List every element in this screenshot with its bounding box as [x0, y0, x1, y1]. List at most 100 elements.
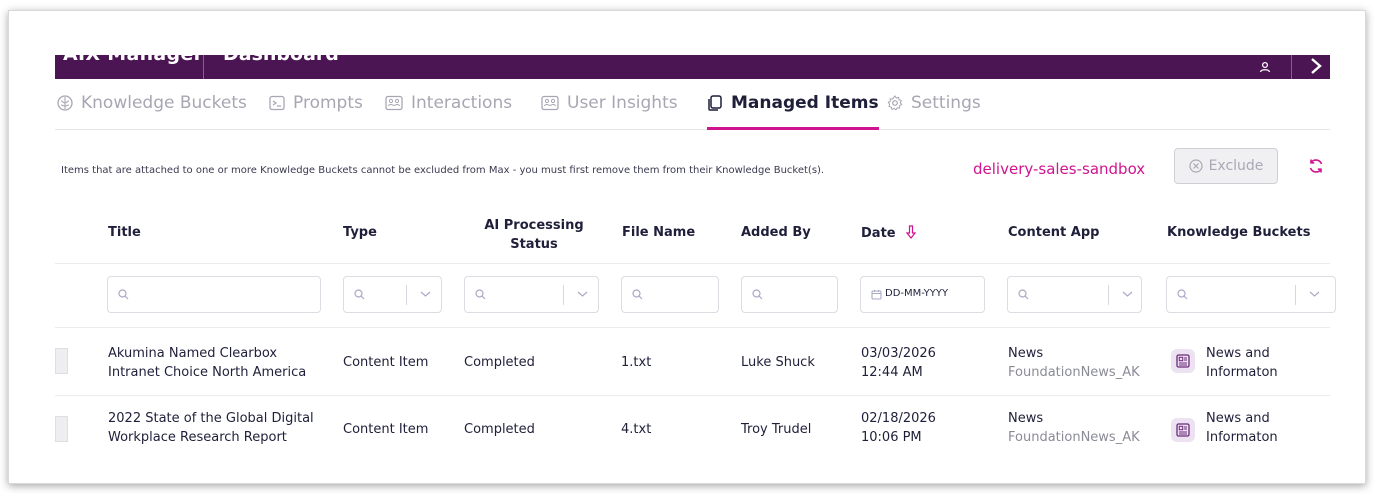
added-by-filter-input[interactable] [741, 276, 838, 313]
app-window: AIX Manager Dashboard Knowledge Buckets … [8, 10, 1366, 484]
row-title-line[interactable]: Workplace Research Report [108, 428, 287, 447]
dashboard-title[interactable]: Dashboard [223, 55, 339, 65]
refresh-icon[interactable] [1308, 158, 1324, 174]
search-icon [475, 289, 486, 300]
row-time: 10:06 PM [861, 430, 922, 445]
filter-divider-line [55, 327, 1330, 328]
row-content-app-source: FoundationNews_AK [1008, 430, 1140, 445]
tab-interactions[interactable]: Interactions [385, 93, 512, 129]
search-icon [1018, 289, 1029, 300]
row-added-by: Luke Shuck [741, 355, 815, 370]
chevron-down-icon[interactable] [1122, 290, 1133, 298]
active-tab-indicator [707, 127, 879, 130]
row-status: Completed [464, 422, 535, 437]
search-icon [354, 289, 365, 300]
viewport-crop [9, 447, 1365, 483]
search-icon [118, 289, 129, 300]
users-card-icon [385, 95, 403, 111]
row-title-line[interactable]: 2022 State of the Global Digital [108, 409, 314, 428]
row-time: 12:44 AM [861, 365, 923, 380]
row-divider-line [55, 395, 1330, 396]
newspaper-icon [1171, 349, 1195, 373]
ai-status-filter-select[interactable] [464, 276, 599, 313]
column-header-date[interactable]: Date [861, 225, 917, 241]
tab-settings[interactable]: Settings [887, 93, 981, 129]
close-circle-icon [1188, 159, 1203, 173]
type-filter-select[interactable] [343, 276, 442, 313]
row-content-app-source: FoundationNews_AK [1008, 365, 1140, 380]
row-status: Completed [464, 355, 535, 370]
tab-label: Interactions [411, 93, 513, 113]
content-app-filter-select[interactable] [1007, 276, 1142, 313]
row-file-name: 1.txt [621, 355, 652, 370]
row-date: 02/18/2026 [861, 411, 936, 426]
chevron-down-icon[interactable] [1309, 290, 1320, 298]
title-filter-input[interactable] [107, 276, 321, 313]
column-header-content-app[interactable]: Content App [1008, 225, 1099, 240]
row-knowledge-bucket[interactable]: News and [1206, 344, 1270, 363]
exclude-label: Exclude [1208, 158, 1264, 174]
chevron-down-icon[interactable] [420, 290, 431, 298]
row-checkbox[interactable] [55, 348, 68, 374]
row-added-by: Troy Trudel [741, 422, 812, 437]
calendar-icon [871, 290, 882, 300]
header-divider-line [55, 263, 1330, 264]
row-file-name: 4.txt [621, 422, 652, 437]
row-type: Content Item [343, 422, 429, 437]
column-header-added-by[interactable]: Added By [741, 225, 811, 240]
tab-bar: Knowledge Buckets Prompts Interactions U… [55, 93, 1330, 130]
newspaper-icon [1171, 418, 1195, 442]
row-knowledge-bucket[interactable]: Informaton [1206, 428, 1278, 447]
date-filter-input[interactable]: DD-MM-YYYY [860, 276, 985, 313]
select-divider [406, 285, 407, 305]
tab-label: Prompts [293, 93, 363, 113]
header-divider [1291, 55, 1292, 79]
exclude-button[interactable]: Exclude [1174, 148, 1278, 184]
row-content-app: News [1008, 411, 1044, 426]
tab-label: Settings [911, 93, 981, 113]
tab-prompts[interactable]: Prompts [269, 93, 363, 129]
row-date: 03/03/2026 [861, 346, 936, 361]
column-header-file-name[interactable]: File Name [622, 225, 695, 240]
row-knowledge-bucket[interactable]: Informaton [1206, 363, 1278, 382]
tab-label: Knowledge Buckets [81, 93, 247, 113]
knowledge-buckets-filter-select[interactable] [1166, 276, 1336, 313]
row-content-app: News [1008, 346, 1044, 361]
row-knowledge-bucket[interactable]: News and [1206, 409, 1270, 428]
tab-label: Managed Items [731, 93, 879, 113]
top-header-bar: AIX Manager Dashboard [55, 55, 1330, 79]
tab-managed-items[interactable]: Managed Items [707, 93, 879, 130]
user-icon[interactable] [1259, 61, 1271, 73]
sort-descending-icon[interactable] [905, 225, 917, 239]
tab-knowledge-buckets[interactable]: Knowledge Buckets [57, 93, 247, 129]
search-icon [1177, 289, 1188, 300]
copy-icon [708, 95, 722, 111]
app-title[interactable]: AIX Manager [63, 55, 203, 65]
select-divider [563, 285, 564, 305]
brain-icon [57, 95, 73, 111]
select-divider [1295, 285, 1296, 305]
chevron-down-icon[interactable] [577, 290, 588, 298]
tab-user-insights[interactable]: User Insights [541, 93, 678, 129]
column-header-ai-status[interactable]: AI Processing Status [479, 216, 589, 254]
file-name-filter-input[interactable] [621, 276, 719, 313]
header-divider [203, 55, 204, 79]
column-header-knowledge-buckets[interactable]: Knowledge Buckets [1167, 225, 1310, 240]
gear-icon [887, 95, 903, 111]
date-placeholder: DD-MM-YYYY [885, 288, 949, 299]
row-title-line[interactable]: Akumina Named Clearbox [108, 344, 277, 363]
select-divider [1108, 285, 1109, 305]
tab-label: User Insights [567, 93, 678, 113]
column-header-type[interactable]: Type [343, 225, 377, 240]
chevron-right-icon[interactable] [1309, 57, 1323, 75]
terminal-icon [269, 95, 285, 111]
row-checkbox[interactable] [55, 416, 68, 442]
users-card-icon [541, 95, 559, 111]
environment-label: delivery-sales-sandbox [973, 160, 1146, 178]
search-icon [752, 289, 763, 300]
exclusion-notice: Items that are attached to one or more K… [61, 165, 825, 176]
column-header-title[interactable]: Title [108, 225, 141, 240]
column-header-date-label: Date [861, 226, 896, 241]
row-title-line[interactable]: Intranet Choice North America [108, 363, 306, 382]
search-icon [632, 289, 643, 300]
